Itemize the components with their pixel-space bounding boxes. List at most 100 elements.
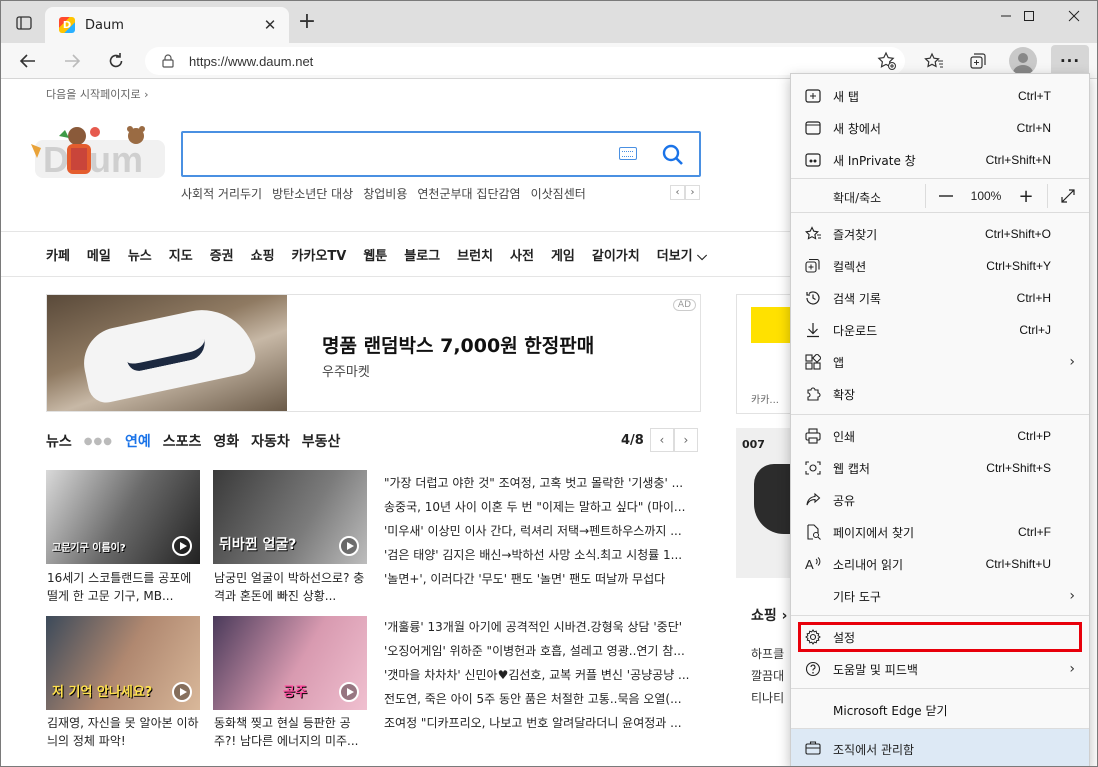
headline[interactable]: "가장 더럽고 야한 것" 조여정, 고혹 벗고 몰락한 '기생충' ... (384, 471, 702, 495)
headline[interactable]: '오징어게임' 위하준 "이병헌과 호흡, 설레고 영광..연기 참... (384, 639, 702, 663)
ad-title[interactable]: 명품 랜덤박스 7,000원 한정판매 (322, 331, 594, 358)
menu-help[interactable]: 도움말 및 피드백 › (791, 653, 1089, 685)
shopping-item[interactable]: 티나티 (751, 687, 784, 709)
managed-by-org[interactable]: 조직에서 관리함 (791, 729, 1089, 766)
tab-realestate[interactable]: 부동산 (302, 431, 341, 451)
profile-avatar-icon[interactable] (1009, 47, 1037, 75)
tab-sports[interactable]: 스포츠 (163, 431, 202, 451)
nav-item[interactable]: 웹툰 (363, 245, 387, 264)
trend-item[interactable]: 이삿짐센터 (531, 185, 586, 202)
headline[interactable]: '미우새' 이상민 이사 간다, 럭셔리 저택→펜트하우스까지 ... (384, 519, 702, 543)
nav-item[interactable]: 사전 (510, 245, 534, 264)
browser-tab[interactable]: D Daum ✕ (45, 7, 289, 43)
trend-item[interactable]: 연천군부대 집단감염 (417, 185, 520, 202)
play-icon[interactable] (339, 682, 359, 702)
next-page-icon[interactable]: › (673, 428, 698, 452)
zoom-out-icon[interactable] (927, 180, 965, 212)
menu-print[interactable]: 인쇄 Ctrl+P (791, 420, 1089, 452)
nav-item[interactable]: 카카오TV (292, 245, 347, 264)
kakao-label[interactable]: 카카... (751, 391, 779, 406)
nav-item[interactable]: 브런치 (457, 245, 493, 264)
menu-inprivate[interactable]: 새 InPrivate 창 Ctrl+Shift+N (791, 144, 1089, 176)
tab-close-icon[interactable]: ✕ (261, 16, 279, 34)
video-thumbnail[interactable]: 뒤바뀐 얼굴? (213, 470, 367, 564)
refresh-icon[interactable] (101, 46, 131, 76)
menu-extensions[interactable]: 확장 (791, 378, 1089, 410)
trend-item[interactable]: 방탄소년단 대상 (272, 185, 353, 202)
trend-item[interactable]: 창업비용 (363, 185, 407, 202)
nav-item[interactable]: 쇼핑 (251, 245, 275, 264)
menu-collections[interactable]: 컬렉션 Ctrl+Shift+Y (791, 250, 1089, 282)
trend-prev-icon[interactable]: ‹ (670, 185, 685, 200)
search-icon[interactable] (661, 143, 685, 167)
menu-new-tab[interactable]: 새 탭 Ctrl+T (791, 80, 1089, 112)
shopping-item[interactable]: 하프클 (751, 643, 784, 665)
add-favorite-icon[interactable] (872, 46, 902, 76)
menu-close-edge[interactable]: Microsoft Edge 닫기 (791, 694, 1089, 726)
shopping-item[interactable]: 깔끔대 (751, 665, 784, 687)
fullscreen-icon[interactable] (1049, 180, 1087, 212)
play-icon[interactable] (172, 536, 192, 556)
prev-page-icon[interactable]: ‹ (649, 428, 674, 452)
menu-read-aloud[interactable]: A 소리내어 읽기 Ctrl+Shift+U (791, 548, 1089, 580)
shopping-title[interactable]: 쇼핑 › (751, 605, 787, 625)
nav-item[interactable]: 게임 (551, 245, 575, 264)
nav-item[interactable]: 메일 (87, 245, 111, 264)
tab-entertainment[interactable]: 연예 (125, 431, 151, 451)
menu-more-tools[interactable]: 기타 도구 › (791, 580, 1089, 612)
menu-new-window[interactable]: 새 창에서 Ctrl+N (791, 112, 1089, 144)
thumb-caption[interactable]: 남궁민 얼굴이 박하선으로? 충격과 혼돈에 빠진 상황... (214, 569, 370, 605)
zoom-in-icon[interactable]: + (1007, 180, 1045, 212)
nav-more[interactable]: 더보기 ⌵ (657, 245, 707, 264)
new-tab-button[interactable]: + (295, 11, 319, 35)
address-bar[interactable]: https://www.daum.net (145, 47, 905, 75)
video-thumbnail[interactable]: 공주 (213, 616, 367, 710)
video-thumbnail[interactable]: 저 기억 안나세요? (46, 616, 200, 710)
lock-icon[interactable] (161, 54, 175, 68)
headline[interactable]: 조여정 "디카프리오, 나보고 번호 알려달라더니 윤여정과 ... (384, 711, 702, 735)
thumb-caption[interactable]: 동화책 찢고 현실 등판한 공주?! 남다른 에너지의 미주... (214, 714, 370, 750)
video-thumbnail[interactable]: 고문기구 이름이? (46, 470, 200, 564)
ad-banner[interactable]: 명품 랜덤박스 7,000원 한정판매 우주마켓 AD (46, 294, 701, 412)
url-text[interactable]: https://www.daum.net (189, 54, 313, 69)
menu-favorites[interactable]: 즐겨찾기 Ctrl+Shift+O (791, 218, 1089, 250)
menu-share[interactable]: 공유 (791, 484, 1089, 516)
trend-next-icon[interactable]: › (685, 185, 700, 200)
keyboard-icon[interactable] (619, 147, 637, 160)
favorites-icon[interactable] (919, 46, 949, 76)
back-icon[interactable] (13, 46, 43, 76)
menu-find-on-page[interactable]: 페이지에서 찾기 Ctrl+F (791, 516, 1089, 548)
side-ad[interactable]: 007 (736, 428, 794, 578)
thumb-caption[interactable]: 16세기 스코틀랜드를 공포에 떨게 한 고문 기구, MB... (47, 569, 203, 605)
search-box[interactable] (181, 131, 701, 177)
collections-icon[interactable] (963, 46, 993, 76)
headline[interactable]: '놀면+', 이러다간 '무도' 팬도 '놀면' 팬도 떠날까 무섭다 (384, 567, 702, 591)
play-icon[interactable] (172, 682, 192, 702)
daum-logo[interactable]: Daum (29, 122, 165, 186)
menu-web-capture[interactable]: 웹 캡처 Ctrl+Shift+S (791, 452, 1089, 484)
thumb-caption[interactable]: 김재영, 자신을 못 알아본 이하늬의 정체 파악! (47, 714, 203, 750)
kakao-login-button[interactable] (751, 307, 792, 343)
headline[interactable]: '검은 태양' 김지은 배신→박하선 사망 소식.최고 시청률 1... (384, 543, 702, 567)
headline[interactable]: '개훌륭' 13개월 아기에 공격적인 시바견.강형욱 상담 '중단' (384, 615, 702, 639)
play-icon[interactable] (339, 536, 359, 556)
tab-actions-icon[interactable] (11, 11, 37, 35)
trend-item[interactable]: 사회적 거리두기 (181, 185, 262, 202)
menu-apps[interactable]: 앱 › (791, 346, 1089, 378)
tab-movies[interactable]: 영화 (213, 431, 239, 451)
tab-news[interactable]: 뉴스 (46, 431, 72, 451)
nav-item[interactable]: 뉴스 (128, 245, 152, 264)
headline[interactable]: '갯마을 차차차' 신민아♥김선호, 교복 커플 변신 '공냥공냥 ... (384, 663, 702, 687)
headline[interactable]: 송중국, 10년 사이 이혼 두 번 "이제는 말하고 싶다" (마이... (384, 495, 702, 519)
nav-item[interactable]: 지도 (169, 245, 193, 264)
nav-item[interactable]: 증권 (210, 245, 234, 264)
close-window-icon[interactable] (1051, 1, 1097, 31)
nav-item[interactable]: 같이가치 (592, 245, 640, 264)
tab-cars[interactable]: 자동차 (251, 431, 290, 451)
menu-history[interactable]: 검색 기록 Ctrl+H (791, 282, 1089, 314)
menu-downloads[interactable]: 다운로드 Ctrl+J (791, 314, 1089, 346)
nav-item[interactable]: 카페 (46, 245, 70, 264)
nav-item[interactable]: 블로그 (404, 245, 440, 264)
forward-icon[interactable] (57, 46, 87, 76)
set-start-page-link[interactable]: 다음을 시작페이지로 › (46, 86, 148, 102)
